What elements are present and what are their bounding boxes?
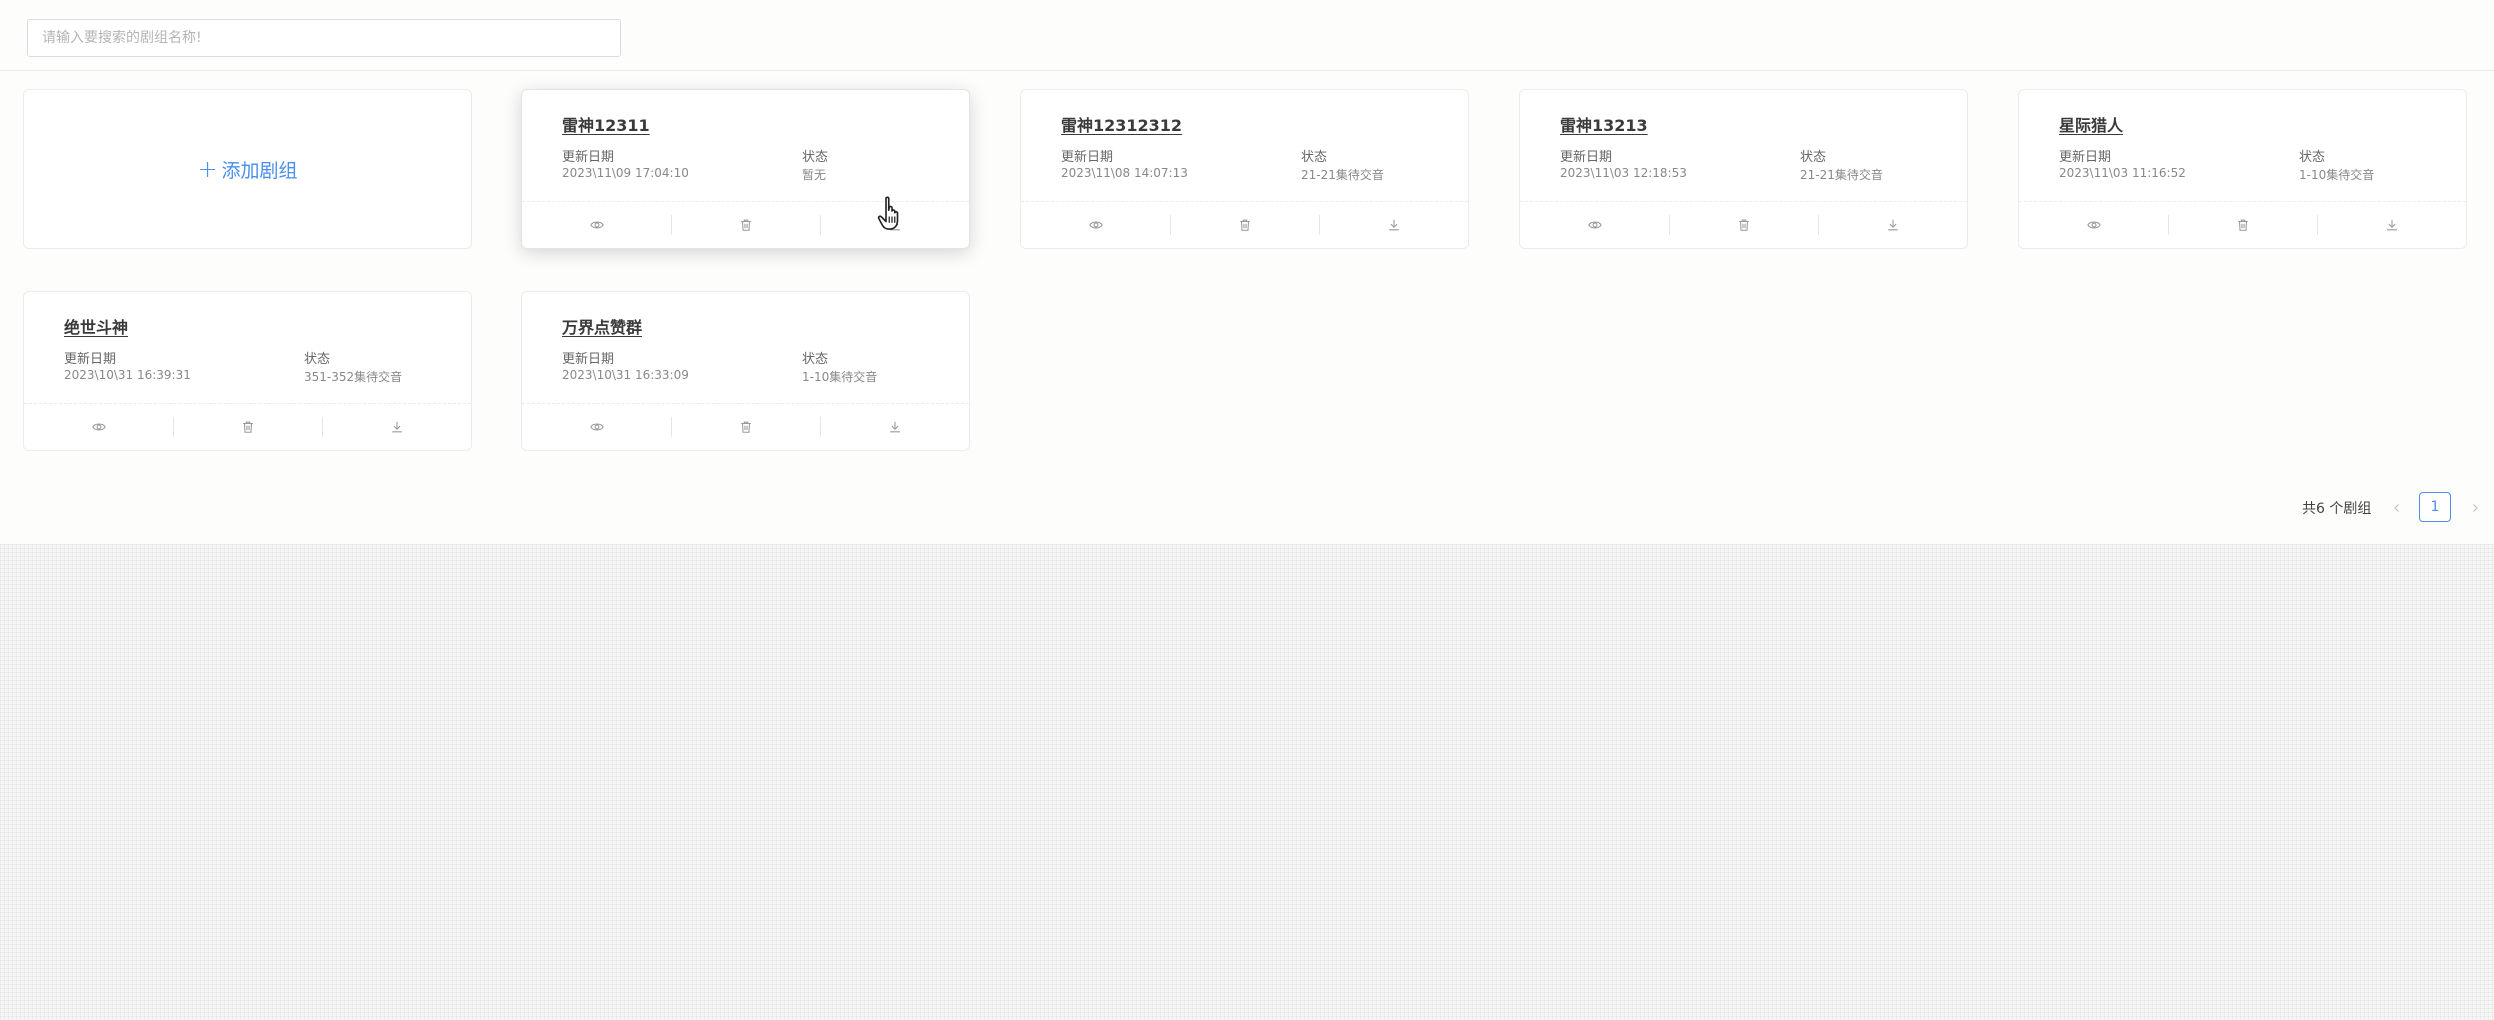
card-actions — [522, 201, 969, 248]
updated-value: 2023\11\03 11:16:52 — [2059, 166, 2186, 180]
download-button[interactable] — [820, 404, 969, 450]
trash-icon — [1738, 219, 1749, 231]
status-value: 暂无 — [802, 168, 827, 182]
app-root: + 添加剧组 雷神12311 更新日期 2023\11\09 17:04:10 … — [0, 0, 2494, 544]
trash-icon — [242, 421, 253, 433]
download-icon — [1887, 219, 1898, 231]
view-button[interactable] — [1021, 202, 1170, 248]
status-value: 1-10集待交音 — [802, 370, 878, 384]
updated-label: 更新日期 — [1560, 150, 1613, 165]
add-project-label: 添加剧组 — [221, 159, 298, 182]
card-actions — [24, 403, 471, 450]
status-value: 351-352集待交音 — [304, 370, 403, 384]
delete-button[interactable] — [173, 404, 322, 450]
status-label: 状态 — [2299, 150, 2326, 165]
updated-label: 更新日期 — [1061, 150, 1114, 165]
add-project-card[interactable]: + 添加剧组 — [23, 89, 472, 249]
download-button[interactable] — [820, 202, 969, 248]
delete-button[interactable] — [671, 404, 820, 450]
project-card[interactable]: 星际猎人 更新日期 2023\11\03 11:16:52 状态 1-10集待交… — [2018, 89, 2467, 249]
status-value: 1-10集待交音 — [2299, 168, 2375, 182]
download-button[interactable] — [2317, 202, 2466, 248]
view-button[interactable] — [1520, 202, 1669, 248]
card-actions — [2019, 201, 2466, 248]
download-button[interactable] — [1818, 202, 1967, 248]
view-button[interactable] — [24, 404, 173, 450]
next-page-button[interactable] — [2460, 493, 2490, 523]
project-card[interactable]: 雷神12311 更新日期 2023\11\09 17:04:10 状态 暂无 — [521, 89, 970, 249]
delete-button[interactable] — [2168, 202, 2317, 248]
download-icon — [1388, 219, 1399, 231]
updated-value: 2023\11\03 12:18:53 — [1560, 166, 1687, 180]
eye-icon — [589, 221, 604, 229]
search-bar — [0, 0, 2494, 71]
card-body: 雷神12312312 更新日期 2023\11\08 14:07:13 状态 2… — [1061, 90, 1448, 203]
chevron-left-icon — [2394, 504, 2399, 512]
status-value: 21-21集待交音 — [1301, 168, 1384, 182]
updated-value: 2023\10\31 16:39:31 — [64, 368, 191, 382]
updated-value: 2023\11\08 14:07:13 — [1061, 166, 1188, 180]
card-actions — [522, 403, 969, 450]
updated-label: 更新日期 — [562, 150, 615, 165]
trash-icon — [1239, 219, 1250, 231]
card-body: 雷神13213 更新日期 2023\11\03 12:18:53 状态 21-2… — [1560, 90, 1947, 203]
project-card[interactable]: 雷神12312312 更新日期 2023\11\08 14:07:13 状态 2… — [1020, 89, 1469, 249]
download-icon — [889, 219, 900, 231]
eye-icon — [1088, 221, 1103, 229]
chevron-right-icon — [2473, 504, 2478, 512]
card-title[interactable]: 星际猎人 — [2059, 112, 2123, 136]
card-body: 绝世斗神 更新日期 2023\10\31 16:39:31 状态 351-352… — [64, 292, 451, 405]
card-actions — [1021, 201, 1468, 248]
download-icon — [889, 421, 900, 433]
project-card[interactable]: 万界点赞群 更新日期 2023\10\31 16:33:09 状态 1-10集待… — [521, 291, 970, 451]
project-card[interactable]: 绝世斗神 更新日期 2023\10\31 16:39:31 状态 351-352… — [23, 291, 472, 451]
updated-label: 更新日期 — [2059, 150, 2112, 165]
eye-icon — [1587, 221, 1602, 229]
updated-label: 更新日期 — [64, 352, 117, 367]
search-input[interactable] — [27, 19, 621, 57]
eye-icon — [2086, 221, 2101, 229]
view-button[interactable] — [522, 404, 671, 450]
card-title[interactable]: 雷神13213 — [1560, 112, 1648, 136]
updated-label: 更新日期 — [562, 352, 615, 367]
trash-icon — [2237, 219, 2248, 231]
prev-page-button[interactable] — [2382, 493, 2412, 523]
card-body: 星际猎人 更新日期 2023\11\03 11:16:52 状态 1-10集待交… — [2059, 90, 2446, 203]
trash-icon — [740, 219, 751, 231]
project-card[interactable]: 雷神13213 更新日期 2023\11\03 12:18:53 状态 21-2… — [1519, 89, 1968, 249]
card-title[interactable]: 绝世斗神 — [64, 314, 128, 338]
pagination-total: 共6 个剧组 — [2302, 501, 2372, 517]
card-title[interactable]: 雷神12311 — [562, 112, 650, 136]
status-label: 状态 — [1800, 150, 1827, 165]
delete-button[interactable] — [1170, 202, 1319, 248]
trash-icon — [740, 421, 751, 433]
status-label: 状态 — [802, 352, 829, 367]
card-title[interactable]: 万界点赞群 — [562, 314, 642, 338]
page-number-button[interactable]: 1 — [2419, 492, 2451, 522]
status-value: 21-21集待交音 — [1800, 168, 1883, 182]
download-button[interactable] — [1319, 202, 1468, 248]
card-body: 雷神12311 更新日期 2023\11\09 17:04:10 状态 暂无 — [562, 90, 949, 203]
download-icon — [2386, 219, 2397, 231]
plus-icon: + — [197, 155, 218, 183]
status-label: 状态 — [1301, 150, 1328, 165]
delete-button[interactable] — [671, 202, 820, 248]
card-actions — [1520, 201, 1967, 248]
delete-button[interactable] — [1669, 202, 1818, 248]
updated-value: 2023\11\09 17:04:10 — [562, 166, 689, 180]
eye-icon — [589, 423, 604, 431]
view-button[interactable] — [2019, 202, 2168, 248]
card-title[interactable]: 雷神12312312 — [1061, 112, 1182, 136]
card-body: 万界点赞群 更新日期 2023\10\31 16:33:09 状态 1-10集待… — [562, 292, 949, 405]
eye-icon — [91, 423, 106, 431]
view-button[interactable] — [522, 202, 671, 248]
updated-value: 2023\10\31 16:33:09 — [562, 368, 689, 382]
status-label: 状态 — [802, 150, 829, 165]
status-label: 状态 — [304, 352, 331, 367]
download-button[interactable] — [322, 404, 471, 450]
download-icon — [391, 421, 402, 433]
